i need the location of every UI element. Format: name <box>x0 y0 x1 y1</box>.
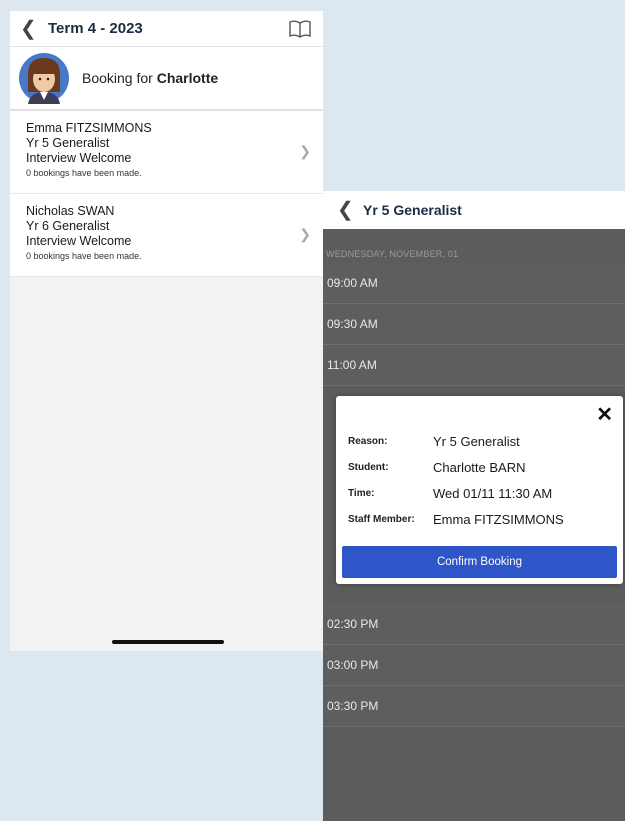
term-screen: ❮ Term 4 - 2023 Booking for Charlotte Em… <box>10 11 323 651</box>
booking-details: Reason: Yr 5 Generalist Student: Charlot… <box>348 428 564 532</box>
detail-value: Yr 5 Generalist <box>433 433 520 449</box>
detail-label: Time: <box>348 487 375 499</box>
detail-row-staff: Staff Member: Emma FITZSIMMONS <box>348 506 564 532</box>
close-icon[interactable]: ✕ <box>596 402 613 427</box>
booking-for-prefix: Booking for <box>82 70 157 86</box>
chevron-right-icon: ❯ <box>299 143 311 159</box>
staff-list-item[interactable]: Nicholas SWAN Yr 6 Generalist Interview … <box>10 194 323 277</box>
time-slot[interactable]: 11:00 AM <box>323 345 625 386</box>
interview-type: Interview Welcome <box>26 234 132 248</box>
booking-for-bar: Booking for Charlotte <box>10 47 323 111</box>
timeslot-header: ❮ Yr 5 Generalist <box>323 191 625 229</box>
time-slot[interactable]: 09:00 AM <box>323 263 625 304</box>
time-slot[interactable]: 03:00 PM <box>323 645 625 686</box>
detail-value: Charlotte BARN <box>433 459 526 475</box>
staff-list-item[interactable]: Emma FITZSIMMONS Yr 5 Generalist Intervi… <box>10 111 323 194</box>
detail-value: Wed 01/11 11:30 AM <box>433 485 553 501</box>
time-slot[interactable]: 09:30 AM <box>323 304 625 345</box>
staff-subject: Yr 6 Generalist <box>26 219 110 233</box>
book-icon[interactable] <box>289 20 311 38</box>
detail-label: Staff Member: <box>348 513 415 525</box>
home-indicator[interactable] <box>112 640 224 644</box>
page-title: Term 4 - 2023 <box>48 20 143 37</box>
confirm-booking-dialog: ✕ Reason: Yr 5 Generalist Student: Charl… <box>336 396 623 584</box>
booking-count: 0 bookings have been made. <box>26 168 142 178</box>
chevron-right-icon: ❯ <box>299 226 311 242</box>
staff-subject: Yr 5 Generalist <box>26 136 110 150</box>
student-name: Charlotte <box>156 70 219 86</box>
detail-row-reason: Reason: Yr 5 Generalist <box>348 428 564 454</box>
staff-list: Emma FITZSIMMONS Yr 5 Generalist Intervi… <box>10 111 323 277</box>
time-slot-list-lower: 02:30 PM 03:00 PM 03:30 PM <box>323 604 625 727</box>
detail-row-time: Time: Wed 01/11 11:30 AM <box>348 480 564 506</box>
time-slot[interactable]: 03:30 PM <box>323 686 625 727</box>
booking-count: 0 bookings have been made. <box>26 251 142 261</box>
term-header: ❮ Term 4 - 2023 <box>10 11 323 47</box>
staff-name: Emma FITZSIMMONS <box>26 121 152 135</box>
time-slot[interactable]: 02:30 PM <box>323 604 625 645</box>
avatar <box>19 53 69 104</box>
interview-type: Interview Welcome <box>26 151 132 165</box>
staff-name: Nicholas SWAN <box>26 204 115 218</box>
confirm-booking-button[interactable]: Confirm Booking <box>342 546 617 578</box>
chevron-left-icon[interactable]: ❮ <box>20 19 42 39</box>
detail-label: Reason: <box>348 435 388 447</box>
detail-row-student: Student: Charlotte BARN <box>348 454 564 480</box>
detail-value: Emma FITZSIMMONS <box>433 511 564 527</box>
date-heading: WEDNESDAY, NOVEMBER, 01 <box>326 249 459 259</box>
chevron-left-icon[interactable]: ❮ <box>337 200 359 220</box>
detail-label: Student: <box>348 461 389 473</box>
page-title: Yr 5 Generalist <box>363 202 462 218</box>
booking-for-text: Booking for Charlotte <box>82 70 218 86</box>
